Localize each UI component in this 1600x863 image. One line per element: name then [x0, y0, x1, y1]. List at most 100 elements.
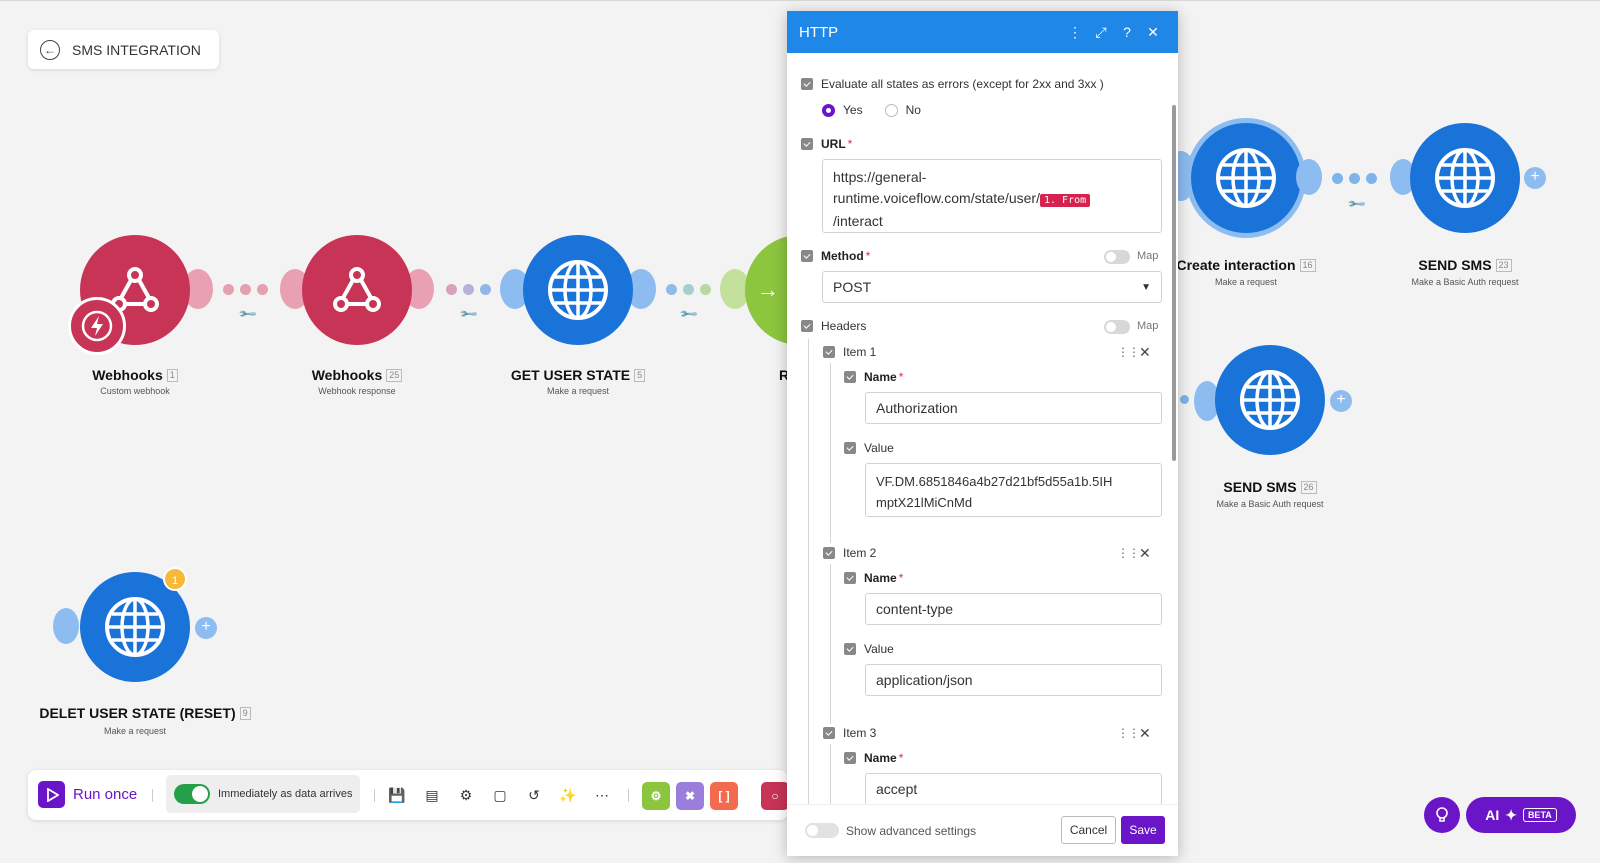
radio-yes-label: Yes — [843, 103, 863, 117]
field-checkbox[interactable] — [801, 78, 813, 90]
undo-icon[interactable]: ↺ — [524, 785, 544, 805]
field-checkbox[interactable] — [844, 442, 856, 454]
module-send-sms-26[interactable] — [1215, 345, 1325, 455]
instant-trigger-badge — [68, 297, 126, 355]
field-checkbox[interactable] — [844, 572, 856, 584]
dialog-scrollbar[interactable] — [1172, 105, 1176, 461]
module-webhooks-25[interactable] — [302, 235, 412, 345]
module-label: GET USER STATE 5 — [498, 367, 658, 383]
advanced-settings-toggle[interactable] — [805, 823, 839, 838]
ai-assistant-button[interactable]: AI ✦ BETA — [1466, 797, 1576, 833]
more-vertical-icon[interactable]: ⋮ — [1062, 24, 1088, 41]
dialog-body[interactable]: Evaluate all states as errors (except fo… — [787, 53, 1178, 804]
add-module-plus-icon[interactable]: + — [1524, 167, 1546, 189]
dialog-header: HTTP ⋮ ⤢ ? ✕ — [787, 11, 1178, 53]
save-button[interactable]: Save — [1121, 816, 1165, 844]
run-once-button[interactable]: Run once — [38, 781, 137, 808]
notes-icon[interactable]: ▢ — [490, 785, 510, 805]
item-2-name-input[interactable]: content-type — [865, 593, 1162, 625]
drag-handle-icon[interactable]: ⋮⋮ — [1117, 345, 1140, 359]
module-sublabel: Make a request — [546, 386, 610, 396]
connection-dot — [480, 284, 491, 295]
item-1-value-input[interactable]: VF.DM.6851846a4b27d21bf5d55a1b.5IH mptX2… — [865, 463, 1162, 517]
evaluate-errors-radio-group: Yes No — [822, 103, 921, 117]
remove-item-close-icon[interactable]: ✕ — [1139, 725, 1151, 742]
flow-control-app-icon[interactable]: ✖ — [676, 782, 704, 810]
headers-map-toggle[interactable] — [1104, 320, 1130, 334]
field-checkbox[interactable] — [844, 643, 856, 655]
module-connector[interactable] — [53, 608, 79, 644]
field-checkbox[interactable] — [823, 547, 835, 559]
field-checkbox[interactable] — [823, 346, 835, 358]
field-checkbox[interactable] — [801, 138, 813, 150]
remove-item-close-icon[interactable]: ✕ — [1139, 344, 1151, 361]
close-icon[interactable]: ✕ — [1140, 24, 1166, 41]
field-checkbox[interactable] — [844, 752, 856, 764]
url-text: https://general- — [833, 169, 927, 185]
method-select[interactable]: POST ▼ — [822, 271, 1162, 303]
lightbulb-icon — [1436, 807, 1448, 822]
globe-icon — [1240, 370, 1300, 430]
module-create-interaction[interactable] — [1191, 123, 1301, 233]
connection-dot — [223, 284, 234, 295]
scenario-title: SMS INTEGRATION — [72, 41, 201, 58]
toolbar-divider — [628, 789, 629, 802]
item-3-name-label: Name * — [844, 751, 903, 765]
settings-icon[interactable]: ⚙ — [456, 785, 476, 805]
item-2-value-input[interactable]: application/json — [865, 664, 1162, 696]
globe-icon — [1216, 148, 1276, 208]
field-checkbox[interactable] — [801, 250, 813, 262]
wrench-icon[interactable]: 🔧 — [237, 304, 257, 324]
schedule-toggle[interactable] — [174, 784, 210, 804]
help-icon[interactable]: ? — [1114, 24, 1140, 40]
module-get-user-state[interactable] — [523, 235, 633, 345]
add-module-plus-icon[interactable]: + — [195, 617, 217, 639]
module-sublabel: Custom webhook — [100, 386, 170, 396]
url-field-label: URL * — [801, 137, 852, 151]
mapped-variable-pill[interactable]: 1. From — [1039, 194, 1091, 207]
cancel-button[interactable]: Cancel — [1061, 816, 1116, 844]
drag-handle-icon[interactable]: ⋮⋮ — [1117, 726, 1140, 740]
text-parser-app-icon[interactable]: [ ] — [710, 782, 738, 810]
webhooks-app-icon[interactable]: ○ — [761, 782, 789, 810]
module-send-sms-23[interactable] — [1410, 123, 1520, 233]
drag-handle-icon[interactable]: ⋮⋮ — [1117, 546, 1140, 560]
back-button[interactable]: ← SMS INTEGRATION — [28, 30, 219, 69]
controller-icon[interactable]: ▤ — [422, 785, 442, 805]
save-icon[interactable]: 💾 — [387, 785, 407, 805]
item-tree-line — [830, 363, 831, 543]
schedule-setting[interactable]: Immediately as data arrives — [166, 775, 360, 813]
wrench-icon[interactable]: 🔧 — [458, 304, 478, 324]
hints-button[interactable] — [1424, 797, 1460, 833]
evaluate-errors-field: Evaluate all states as errors (except fo… — [801, 77, 1104, 91]
module-sublabel: Make a Basic Auth request — [1216, 499, 1324, 509]
expand-icon[interactable]: ⤢ — [1088, 24, 1114, 41]
module-sublabel: Make a Basic Auth request — [1411, 277, 1519, 287]
item-tree-line — [830, 744, 831, 804]
item-3-name-input[interactable]: accept — [865, 773, 1162, 804]
module-sublabel: Make a request — [1214, 277, 1278, 287]
radio-no[interactable] — [884, 103, 898, 117]
scenario-canvas[interactable]: ← SMS INTEGRATION 🔧 🔧 🔧 Webhooks 1 Custo… — [0, 0, 1600, 863]
wrench-icon[interactable]: 🔧 — [1346, 194, 1366, 214]
field-checkbox[interactable] — [844, 371, 856, 383]
magic-wand-icon[interactable]: ✨ — [558, 785, 578, 805]
sparkle-icon: ✦ — [1505, 806, 1517, 823]
method-map-toggle[interactable] — [1104, 250, 1130, 264]
remove-item-close-icon[interactable]: ✕ — [1139, 545, 1151, 562]
module-connector[interactable] — [1296, 159, 1322, 195]
more-icon[interactable]: ⋯ — [592, 785, 612, 805]
url-input[interactable]: https://general- runtime.voiceflow.com/s… — [822, 159, 1162, 233]
item-1-name-label: Name * — [844, 370, 903, 384]
radio-yes[interactable] — [822, 103, 835, 117]
connection-dot — [463, 284, 474, 295]
item-1-name-input[interactable]: Authorization — [865, 392, 1162, 424]
field-checkbox[interactable] — [801, 320, 813, 332]
connection-dot — [257, 284, 268, 295]
tools-app-icon[interactable]: ⚙ — [642, 782, 670, 810]
field-checkbox[interactable] — [823, 727, 835, 739]
connection-dot — [1366, 173, 1377, 184]
connection-dot — [1349, 173, 1360, 184]
wrench-icon[interactable]: 🔧 — [678, 304, 698, 324]
add-module-plus-icon[interactable]: + — [1330, 390, 1352, 412]
